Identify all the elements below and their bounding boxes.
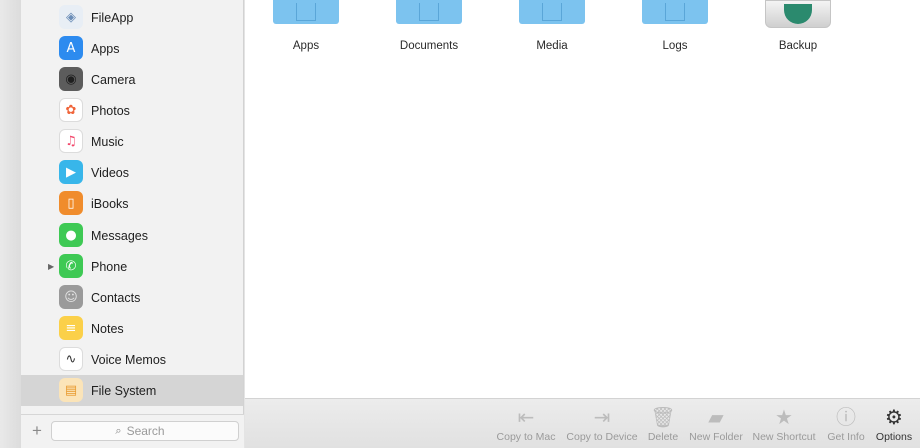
copy-to-device-label: Copy to Device bbox=[566, 431, 638, 443]
delete-label: Delete bbox=[647, 431, 679, 443]
disclosure-triangle-icon[interactable]: ▶ bbox=[48, 262, 54, 271]
bottom-toolbar: ⇤ Copy to Mac ⇥ Copy to Device 🗑 Delete … bbox=[245, 398, 920, 448]
delete-button[interactable]: 🗑 Delete bbox=[645, 405, 681, 447]
info-icon: ⓘ bbox=[836, 405, 856, 429]
sidebar-item-label: Photos bbox=[91, 103, 130, 118]
gear-icon: ⚙ bbox=[885, 405, 903, 429]
backup-drive-icon bbox=[765, 0, 831, 28]
sidebar-item-label: Phone bbox=[91, 259, 128, 274]
voice-memos-icon: ∿ bbox=[59, 347, 83, 371]
search-input[interactable] bbox=[126, 424, 175, 438]
sidebar-item-camera[interactable]: ◉ Camera bbox=[21, 64, 243, 95]
sidebar-item-phone[interactable]: ▶ ✆ Phone bbox=[21, 251, 243, 282]
sidebar-item-fileapp[interactable]: ◈ FileApp bbox=[21, 2, 243, 33]
new-folder-icon: ▰ bbox=[708, 405, 724, 429]
copy-to-device-icon: ⇥ bbox=[593, 405, 611, 429]
sidebar-item-label: Voice Memos bbox=[91, 352, 167, 367]
sidebar-bottom-bar: + ⌕ bbox=[21, 414, 244, 448]
copy-to-mac-label: Copy to Mac bbox=[496, 431, 556, 443]
sidebar-item-label: iBooks bbox=[91, 196, 129, 211]
new-folder-button[interactable]: ▰ New Folder bbox=[687, 405, 745, 447]
sidebar-item-notes[interactable]: ≡ Notes bbox=[21, 313, 243, 344]
folder-name: Apps bbox=[292, 40, 320, 52]
search-icon: ⌕ bbox=[115, 424, 122, 437]
folder-media[interactable]: Media bbox=[502, 0, 602, 62]
new-shortcut-label: New Shortcut bbox=[752, 431, 816, 443]
sidebar-item-label: Apps bbox=[91, 41, 120, 56]
sidebar-item-label: Notes bbox=[91, 321, 124, 336]
options-button[interactable]: ⚙ Options bbox=[873, 405, 915, 447]
videos-icon: ▶ bbox=[59, 160, 83, 184]
messages-icon: ● bbox=[59, 223, 83, 247]
sidebar-item-voice-memos[interactable]: ∿ Voice Memos bbox=[21, 344, 243, 375]
star-icon: ★ bbox=[775, 405, 793, 429]
documents-folder-icon bbox=[396, 0, 462, 24]
sidebar-item-photos[interactable]: ✿ Photos bbox=[21, 95, 243, 126]
new-shortcut-button[interactable]: ★ New Shortcut bbox=[751, 405, 817, 447]
new-folder-label: New Folder bbox=[689, 431, 743, 443]
photos-icon: ✿ bbox=[59, 98, 83, 122]
sidebar-item-videos[interactable]: ▶ Videos bbox=[21, 157, 243, 188]
logs-folder-icon bbox=[642, 0, 708, 24]
ibooks-icon: ▯ bbox=[59, 191, 83, 215]
folder-name: Logs bbox=[662, 40, 688, 52]
sidebar-item-label: Contacts bbox=[91, 290, 141, 305]
app-store-icon: A bbox=[59, 36, 83, 60]
add-button[interactable]: + bbox=[27, 421, 47, 441]
copy-to-device-button[interactable]: ⇥ Copy to Device bbox=[565, 405, 639, 447]
file-browser: Apps Documents Media Logs Backup bbox=[245, 0, 920, 398]
sidebar-item-label: Messages bbox=[91, 228, 148, 243]
folder-backup[interactable]: Backup bbox=[748, 0, 848, 62]
sidebar-item-label: Music bbox=[91, 134, 124, 149]
sidebar-item-label: File System bbox=[91, 383, 157, 398]
media-folder-icon bbox=[519, 0, 585, 24]
sidebar-item-contacts[interactable]: ☺ Contacts bbox=[21, 282, 243, 313]
sidebar-item-apps[interactable]: A Apps bbox=[21, 33, 243, 64]
sidebar-item-file-system[interactable]: ▤ File System bbox=[21, 375, 243, 406]
file-system-icon: ▤ bbox=[59, 378, 83, 402]
apps-folder-icon bbox=[273, 0, 339, 24]
search-field[interactable]: ⌕ bbox=[51, 421, 239, 441]
contacts-icon: ☺ bbox=[59, 285, 83, 309]
sidebar-item-label: Videos bbox=[91, 165, 129, 180]
sidebar-item-label: Camera bbox=[91, 72, 136, 87]
sidebar-item-label: FileApp bbox=[91, 10, 134, 25]
phone-icon: ✆ bbox=[59, 254, 83, 278]
folder-name: Media bbox=[536, 40, 568, 52]
trash-icon: 🗑 bbox=[650, 405, 676, 429]
options-label: Options bbox=[875, 431, 913, 443]
get-info-label: Get Info bbox=[827, 431, 865, 443]
folder-documents[interactable]: Documents bbox=[379, 0, 479, 62]
folder-logs[interactable]: Logs bbox=[625, 0, 725, 62]
get-info-button[interactable]: ⓘ Get Info bbox=[825, 405, 867, 447]
sidebar: ◈ FileApp A Apps ◉ Camera ✿ Photos ♫ Mus… bbox=[21, 0, 244, 448]
camera-icon: ◉ bbox=[59, 67, 83, 91]
sidebar-item-music[interactable]: ♫ Music bbox=[21, 126, 243, 157]
notes-icon: ≡ bbox=[59, 316, 83, 340]
folder-name: Documents bbox=[399, 40, 459, 52]
fileapp-icon: ◈ bbox=[59, 5, 83, 29]
music-icon: ♫ bbox=[59, 129, 83, 153]
window-left-edge bbox=[0, 0, 21, 448]
copy-to-mac-icon: ⇤ bbox=[517, 405, 535, 429]
folder-name: Backup bbox=[778, 40, 818, 52]
sidebar-item-ibooks[interactable]: ▯ iBooks bbox=[21, 188, 243, 219]
folder-apps[interactable]: Apps bbox=[256, 0, 356, 62]
sidebar-item-messages[interactable]: ● Messages bbox=[21, 220, 243, 251]
copy-to-mac-button[interactable]: ⇤ Copy to Mac bbox=[495, 405, 557, 447]
